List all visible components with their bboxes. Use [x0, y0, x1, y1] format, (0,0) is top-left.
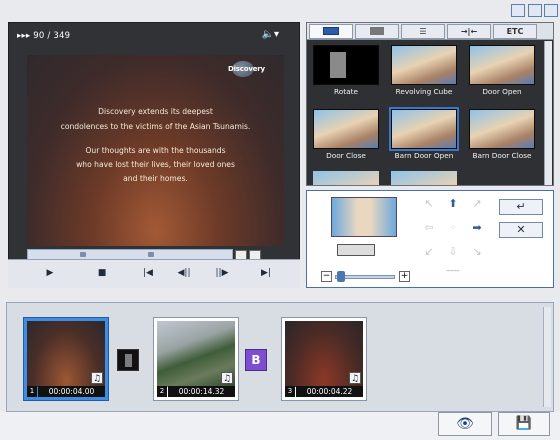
tab-overlays[interactable]: ☰ — [401, 24, 445, 39]
tab-motion[interactable]: →|← — [447, 24, 491, 39]
apply-button[interactable]: ↵ — [499, 199, 543, 215]
tab-transitions[interactable] — [309, 24, 353, 39]
video-text-line: and their homes. — [123, 174, 188, 183]
music-icon: ♫ — [349, 372, 361, 384]
clip-3[interactable]: ♫ 3 00:00:04.22 — [281, 317, 367, 401]
direction-center[interactable]: ◦ — [445, 221, 461, 235]
bottom-toolbar: 👁 💾 — [0, 412, 560, 440]
effects-scrollbar[interactable] — [544, 41, 552, 185]
prev-frame-icon[interactable]: ◀|| — [176, 266, 192, 280]
transition-marker[interactable] — [117, 349, 139, 371]
direction-down-right[interactable]: ↘ — [469, 245, 485, 259]
trim-start-marker[interactable] — [80, 252, 86, 257]
film-strip-icon — [337, 244, 375, 256]
music-icon: ♫ — [221, 372, 233, 384]
tab-filters[interactable] — [355, 24, 399, 39]
menu-button[interactable] — [544, 4, 558, 17]
video-text-line: who have lost their lives, their loved o… — [76, 160, 235, 169]
save-button[interactable]: 💾 — [498, 412, 550, 436]
play-icon[interactable]: ▶ — [42, 266, 58, 280]
layout-view-button[interactable] — [511, 4, 525, 17]
effect-tabs: ☰ →|← ETC — [307, 23, 553, 40]
stop-icon[interactable]: ■ — [94, 266, 110, 280]
direction-left[interactable]: ⇦ — [421, 221, 437, 235]
effect-rotate[interactable]: Rotate — [313, 45, 379, 96]
tab-etc[interactable]: ETC — [493, 24, 537, 39]
clip-1[interactable]: ♫ 1 00:00:04.00 — [23, 317, 109, 401]
effect-revolving-cube[interactable]: Revolving Cube — [391, 45, 457, 96]
transition-b-icon[interactable]: B — [245, 349, 267, 371]
zoom-out-button[interactable]: − — [321, 271, 332, 282]
list-view-button[interactable] — [528, 4, 542, 17]
trim-end-marker[interactable] — [148, 252, 154, 257]
preview-button[interactable]: 👁 — [438, 412, 492, 436]
storyboard: ♫ 1 00:00:04.00 ♫ 2 00:00:14.32 B ♫ 3 00… — [6, 302, 554, 412]
go-end-icon[interactable]: ▶| — [258, 266, 274, 280]
position-indicator: ┅┅┅ — [446, 267, 460, 275]
transition-settings-panel: − + ↖ ⬆ ↗ ⇦ ◦ ➡ ↙ ⇩ ↘ ┅┅┅ ↵ ✕ — [306, 190, 554, 288]
effect-barn-door-close[interactable]: Barn Door Close — [469, 109, 535, 160]
direction-down-left[interactable]: ↙ — [421, 245, 437, 259]
direction-up-left[interactable]: ↖ — [421, 197, 437, 211]
next-frame-icon[interactable]: ||▶ — [214, 266, 230, 280]
direction-up[interactable]: ⬆ — [445, 197, 461, 211]
effect-door-close[interactable]: Door Close — [313, 109, 379, 160]
zoom-slider-thumb[interactable] — [337, 271, 345, 282]
video-preview: Discovery Discovery extends its deepest … — [27, 55, 284, 246]
effect-door-open[interactable]: Door Open — [469, 45, 535, 96]
video-text-line: condolences to the victims of the Asian … — [60, 122, 251, 131]
playback-controls: ▶ ■ |◀ ◀|| ||▶ ▶| — [8, 259, 300, 288]
direction-grid: ↖ ⬆ ↗ ⇦ ◦ ➡ ↙ ⇩ ↘ ┅┅┅ — [419, 195, 491, 285]
cancel-button[interactable]: ✕ — [499, 222, 543, 238]
effect-partial[interactable] — [391, 171, 457, 185]
zoom-in-button[interactable]: + — [399, 271, 410, 282]
preview-panel: ▸▸▸ 90 / 349 🔈▾ Discovery Discovery exte… — [8, 22, 300, 288]
video-text-line: Discovery extends its deepest — [98, 107, 213, 116]
direction-right[interactable]: ➡ — [469, 221, 485, 235]
frame-counter: ▸▸▸ 90 / 349 — [17, 31, 71, 41]
direction-down[interactable]: ⇩ — [445, 245, 461, 259]
transition-preview-thumb — [331, 197, 397, 237]
music-icon: ♫ — [91, 372, 103, 384]
clip-2[interactable]: ♫ 2 00:00:14.32 — [153, 317, 239, 401]
effect-barn-door-open[interactable]: Barn Door Open — [389, 107, 459, 160]
storyboard-scrollbar[interactable] — [543, 307, 551, 407]
effects-panel: ☰ →|← ETC Rotate Revolving Cube Door Ope… — [306, 22, 554, 186]
go-start-icon[interactable]: |◀ — [140, 266, 156, 280]
video-text-line: Our thoughts are with the thousands — [85, 146, 226, 155]
direction-up-right[interactable]: ↗ — [469, 197, 485, 211]
discovery-logo: Discovery — [228, 61, 270, 81]
volume-icon[interactable]: 🔈▾ — [262, 29, 279, 40]
effect-partial[interactable] — [313, 171, 379, 185]
